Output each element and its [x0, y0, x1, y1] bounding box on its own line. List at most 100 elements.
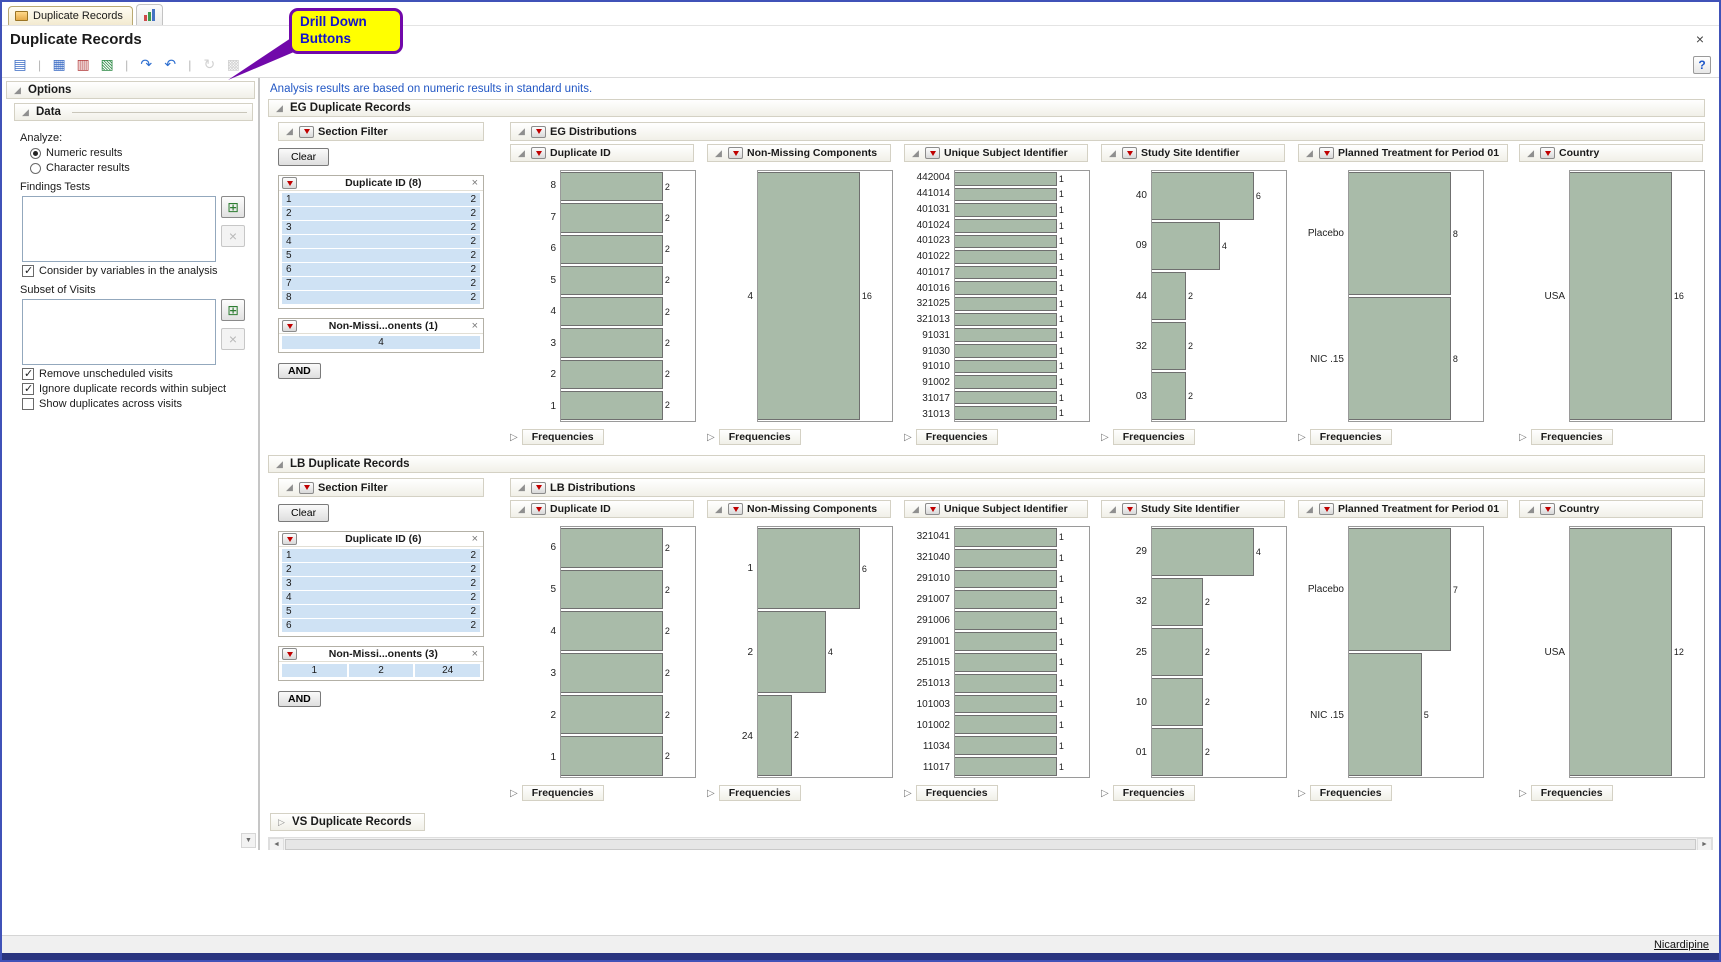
histogram-bar[interactable] — [758, 695, 792, 776]
distributions-menu-button[interactable] — [531, 482, 546, 494]
histogram-bar[interactable] — [955, 632, 1057, 651]
histogram-bar[interactable] — [561, 266, 663, 295]
histogram-bar[interactable] — [955, 611, 1057, 630]
checkbox-show-duplicates[interactable]: Show duplicates across visits — [22, 398, 253, 410]
scroll-right-button[interactable]: ► — [1697, 838, 1712, 850]
histogram-bar[interactable] — [561, 172, 663, 201]
filter-group-menu-button[interactable] — [282, 320, 297, 332]
filter-level-row[interactable]: 42 — [282, 235, 480, 248]
filter-collapse-icon[interactable]: ◢ — [284, 482, 295, 493]
histogram-bar[interactable] — [1152, 172, 1254, 220]
filter-level-row[interactable]: 62 — [282, 619, 480, 632]
distributions-collapse-icon[interactable]: ◢ — [516, 126, 527, 137]
tab-chart[interactable] — [136, 4, 163, 25]
disclosure-icon[interactable]: ▷ — [707, 432, 715, 443]
remove-filter-icon[interactable]: × — [470, 648, 480, 660]
clear-button[interactable]: Clear — [278, 148, 329, 166]
filter-level-row[interactable]: 32 — [282, 221, 480, 234]
chart-menu-button[interactable] — [1319, 503, 1334, 515]
disclosure-icon[interactable]: ▷ — [1298, 432, 1306, 443]
histogram-bar[interactable] — [758, 528, 860, 609]
histogram-bar[interactable] — [955, 570, 1057, 589]
histogram-bar[interactable] — [955, 360, 1057, 374]
chart-collapse-icon[interactable]: ◢ — [1304, 504, 1315, 515]
section-collapse-icon[interactable]: ◢ — [274, 459, 285, 470]
chart-menu-button[interactable] — [1540, 147, 1555, 159]
report-window-icon[interactable]: ▤ — [10, 55, 30, 75]
disclosure-icon[interactable]: ▷ — [1298, 788, 1306, 799]
histogram-bar[interactable] — [955, 590, 1057, 609]
frequencies-button[interactable]: Frequencies — [1531, 429, 1613, 445]
data-table-icon[interactable]: ▦ — [49, 55, 69, 75]
findings-tests-listbox[interactable] — [22, 196, 216, 262]
chart-collapse-icon[interactable]: ◢ — [1304, 148, 1315, 159]
frequencies-button[interactable]: Frequencies — [522, 785, 604, 801]
filter-group-menu-button[interactable] — [282, 533, 297, 545]
histogram-bar[interactable] — [955, 297, 1057, 311]
histogram-bar[interactable] — [561, 653, 663, 693]
filter-menu-button[interactable] — [299, 126, 314, 138]
histogram-bar[interactable] — [955, 188, 1057, 202]
disclosure-icon[interactable]: ▷ — [904, 788, 912, 799]
histogram-bar[interactable] — [955, 715, 1057, 734]
histogram-bar[interactable] — [1152, 728, 1203, 776]
filter-group-menu-button[interactable] — [282, 648, 297, 660]
disclosure-icon[interactable]: ▷ — [1519, 788, 1527, 799]
tab-duplicate-records[interactable]: Duplicate Records — [8, 6, 133, 25]
help-button[interactable]: ? — [1693, 56, 1711, 74]
chart-menu-button[interactable] — [925, 503, 940, 515]
frequencies-button[interactable]: Frequencies — [1310, 429, 1392, 445]
histogram-bar[interactable] — [955, 235, 1057, 249]
disclosure-icon[interactable]: ▷ — [1101, 432, 1109, 443]
histogram-bar[interactable] — [1152, 628, 1203, 676]
drill-down-icon-1[interactable]: ↷ — [136, 55, 156, 75]
disclosure-icon[interactable]: ▷ — [510, 788, 518, 799]
and-button[interactable]: AND — [278, 363, 321, 379]
and-button[interactable]: AND — [278, 691, 321, 707]
filter-level-row[interactable]: 32 — [282, 577, 480, 590]
remove-filter-icon[interactable]: × — [470, 320, 480, 332]
disclosure-icon[interactable]: ▷ — [904, 432, 912, 443]
filter-level-row[interactable]: 52 — [282, 605, 480, 618]
histogram-bar[interactable] — [955, 219, 1057, 233]
frequencies-button[interactable]: Frequencies — [916, 429, 998, 445]
histogram-bar[interactable] — [955, 406, 1057, 420]
options-scroll-down-button[interactable]: ▼ — [241, 833, 256, 848]
histogram-bar[interactable] — [1349, 297, 1451, 420]
histogram-bar[interactable] — [955, 313, 1057, 327]
histogram-bar[interactable] — [955, 172, 1057, 186]
chart-collapse-icon[interactable]: ◢ — [1107, 504, 1118, 515]
histogram-bar[interactable] — [561, 328, 663, 357]
frequencies-button[interactable]: Frequencies — [1310, 785, 1392, 801]
histogram-bar[interactable] — [561, 695, 663, 735]
filter-segment[interactable]: 1 — [282, 664, 347, 677]
chart-menu-button[interactable] — [1540, 503, 1555, 515]
histogram-bar[interactable] — [561, 360, 663, 389]
filter-menu-button[interactable] — [299, 482, 314, 494]
chart-menu-button[interactable] — [1122, 503, 1137, 515]
histogram-bar[interactable] — [955, 549, 1057, 568]
scrollbar-thumb[interactable] — [285, 839, 1696, 850]
filter-level-row[interactable]: 72 — [282, 277, 480, 290]
chart-menu-button[interactable] — [1319, 147, 1334, 159]
histogram-bar[interactable] — [561, 391, 663, 420]
options-collapse-icon[interactable]: ◢ — [12, 85, 23, 96]
chart-collapse-icon[interactable]: ◢ — [1107, 148, 1118, 159]
histogram-bar[interactable] — [955, 528, 1057, 547]
chart-collapse-icon[interactable]: ◢ — [516, 504, 527, 515]
histogram-bar[interactable] — [955, 203, 1057, 217]
histogram-bar[interactable] — [561, 570, 663, 610]
disclosure-icon[interactable]: ▷ — [1519, 432, 1527, 443]
histogram-bar[interactable] — [955, 250, 1057, 264]
filter-segment[interactable]: 24 — [415, 664, 480, 677]
filter-segment[interactable]: 2 — [349, 664, 414, 677]
subset-of-visits-listbox[interactable] — [22, 299, 216, 365]
stacked-tables-icon[interactable]: ▧ — [97, 55, 117, 75]
chart-collapse-icon[interactable]: ◢ — [516, 148, 527, 159]
filter-group-menu-button[interactable] — [282, 177, 297, 189]
histogram-bar[interactable] — [758, 611, 826, 692]
chart-collapse-icon[interactable]: ◢ — [1525, 148, 1536, 159]
chart-collapse-icon[interactable]: ◢ — [713, 148, 724, 159]
report-table-icon[interactable]: ▥ — [73, 55, 93, 75]
histogram-bar[interactable] — [1152, 578, 1203, 626]
